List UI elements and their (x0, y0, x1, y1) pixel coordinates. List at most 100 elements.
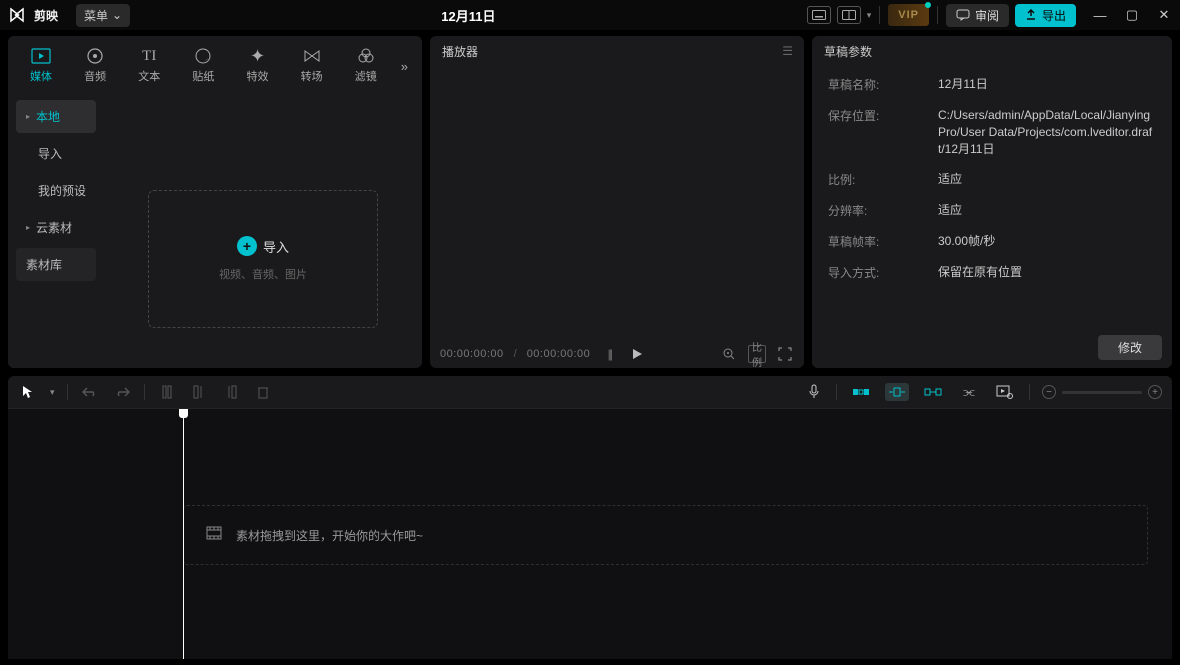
import-hint: 视频、音频、图片 (219, 266, 307, 282)
chevron-down-icon: ⌄ (112, 8, 122, 22)
volume-icon[interactable]: ||| (600, 345, 618, 363)
cut-right-tool[interactable] (221, 382, 241, 402)
audio-icon (85, 46, 105, 66)
aspect-ratio-button[interactable]: 比例 (748, 345, 766, 363)
tab-label: 文本 (138, 68, 160, 84)
zoom-in-button[interactable]: + (1148, 385, 1162, 399)
params-footer: 修改 (812, 327, 1172, 368)
import-dropzone[interactable]: + 导入 视频、音频、图片 (148, 190, 378, 328)
sidebar-item-library[interactable]: 素材库 (16, 248, 96, 281)
timeline-body[interactable]: 素材拖拽到这里，开始你的大作吧~ (8, 408, 1172, 659)
param-label: 保存位置: (828, 107, 938, 157)
more-tabs-button[interactable]: » (393, 59, 416, 74)
tab-filter[interactable]: 滤镜 (339, 42, 393, 90)
param-value: 适应 (938, 202, 1156, 219)
param-row-name: 草稿名称: 12月11日 (828, 76, 1156, 93)
param-label: 草稿名称: (828, 76, 938, 93)
tab-audio[interactable]: 音频 (68, 42, 122, 90)
minimize-button[interactable]: — (1092, 7, 1108, 23)
player-menu-icon[interactable]: ☰ (782, 44, 792, 58)
pointer-tool[interactable] (18, 382, 38, 402)
player-viewport[interactable] (430, 66, 804, 340)
modify-button[interactable]: 修改 (1098, 335, 1162, 360)
param-row-ratio: 比例: 适应 (828, 171, 1156, 188)
chevron-down-icon[interactable]: ▾ (50, 387, 55, 398)
tab-label: 媒体 (30, 68, 52, 84)
param-value: 12月11日 (938, 76, 1156, 93)
import-button[interactable]: + 导入 (237, 236, 289, 256)
sidebar-item-presets[interactable]: 我的预设 (16, 174, 96, 207)
tab-media[interactable]: 媒体 (14, 42, 68, 90)
magnet-tool-1[interactable] (849, 383, 873, 401)
main-menu-button[interactable]: 菜单 ⌄ (76, 4, 130, 27)
tab-effect[interactable]: ✦ 特效 (230, 42, 284, 90)
param-label: 导入方式: (828, 264, 938, 281)
review-button[interactable]: 审阅 (946, 4, 1009, 27)
redo-button[interactable] (112, 382, 132, 402)
params-body: 草稿名称: 12月11日 保存位置: C:/Users/admin/AppDat… (812, 66, 1172, 327)
split-tool[interactable] (157, 382, 177, 402)
vip-badge[interactable]: VIP (888, 4, 929, 26)
titlebar-right: ▾ VIP 审阅 导出 — ▢ ✕ (807, 4, 1172, 27)
fullscreen-icon[interactable] (776, 345, 794, 363)
divider (1029, 384, 1030, 400)
layout-icon[interactable] (837, 6, 861, 24)
tab-transition[interactable]: 转场 (285, 42, 339, 90)
timeline-tracks[interactable]: 素材拖拽到这里，开始你的大作吧~ (183, 409, 1172, 659)
zoom-out-button[interactable]: − (1042, 385, 1056, 399)
mic-icon[interactable] (804, 382, 824, 402)
param-label: 分辨率: (828, 202, 938, 219)
magnet-tool-3[interactable] (921, 383, 945, 401)
param-row-path: 保存位置: C:/Users/admin/AppData/Local/Jiany… (828, 107, 1156, 157)
link-tool[interactable]: ⫘ (957, 383, 981, 401)
play-button[interactable] (628, 345, 646, 363)
tab-sticker[interactable]: 贴纸 (176, 42, 230, 90)
playhead[interactable] (183, 409, 184, 659)
zoom-reset-icon[interactable] (720, 345, 738, 363)
param-label: 比例: (828, 171, 938, 188)
export-button[interactable]: 导出 (1015, 4, 1076, 27)
maximize-button[interactable]: ▢ (1124, 7, 1140, 23)
text-icon: TI (139, 46, 159, 66)
filter-icon (356, 46, 376, 66)
undo-button[interactable] (80, 382, 100, 402)
tab-label: 滤镜 (355, 68, 377, 84)
divider (836, 384, 837, 400)
magnet-tool-2[interactable] (885, 383, 909, 401)
zoom-slider[interactable] (1062, 391, 1142, 394)
delete-tool[interactable] (253, 382, 273, 402)
sidebar-item-label: 云素材 (36, 219, 72, 236)
main-area: 媒体 音频 TI 文本 贴纸 ✦ 特效 转场 (0, 30, 1180, 368)
sticker-icon (193, 46, 213, 66)
keyboard-icon[interactable] (807, 6, 831, 24)
param-row-fps: 草稿帧率: 30.00帧/秒 (828, 233, 1156, 250)
sidebar-item-local[interactable]: 本地 (16, 100, 96, 133)
timecode-current: 00:00:00:00 (440, 348, 504, 360)
cut-left-tool[interactable] (189, 382, 209, 402)
chevron-down-icon[interactable]: ▾ (867, 10, 872, 21)
empty-track-dropzone[interactable]: 素材拖拽到这里，开始你的大作吧~ (183, 505, 1148, 565)
plus-icon: + (237, 236, 257, 256)
player-panel: 播放器 ☰ 00:00:00:00 / 00:00:00:00 ||| 比例 (430, 36, 804, 368)
tab-label: 贴纸 (192, 68, 214, 84)
divider (144, 384, 145, 400)
media-sidebar: 本地 导入 我的预设 云素材 素材库 (8, 90, 104, 368)
close-button[interactable]: ✕ (1156, 7, 1172, 23)
effect-icon: ✦ (247, 46, 267, 66)
sidebar-item-cloud[interactable]: 云素材 (16, 211, 96, 244)
tab-text[interactable]: TI 文本 (122, 42, 176, 90)
sidebar-item-label: 我的预设 (38, 182, 86, 199)
param-row-import-mode: 导入方式: 保留在原有位置 (828, 264, 1156, 281)
params-panel: 草稿参数 草稿名称: 12月11日 保存位置: C:/Users/admin/A… (812, 36, 1172, 368)
sidebar-item-label: 导入 (38, 145, 62, 162)
notification-dot-icon (925, 2, 931, 8)
empty-track-hint: 素材拖拽到这里，开始你的大作吧~ (236, 527, 423, 544)
import-drop-area[interactable]: + 导入 视频、音频、图片 (104, 90, 422, 368)
param-value: C:/Users/admin/AppData/Local/JianyingPro… (938, 107, 1156, 157)
divider (67, 384, 68, 400)
player-header: 播放器 ☰ (430, 36, 804, 66)
chat-icon (956, 9, 970, 21)
sidebar-item-import[interactable]: 导入 (16, 137, 96, 170)
preview-tool[interactable] (993, 383, 1017, 401)
param-value: 保留在原有位置 (938, 264, 1156, 281)
